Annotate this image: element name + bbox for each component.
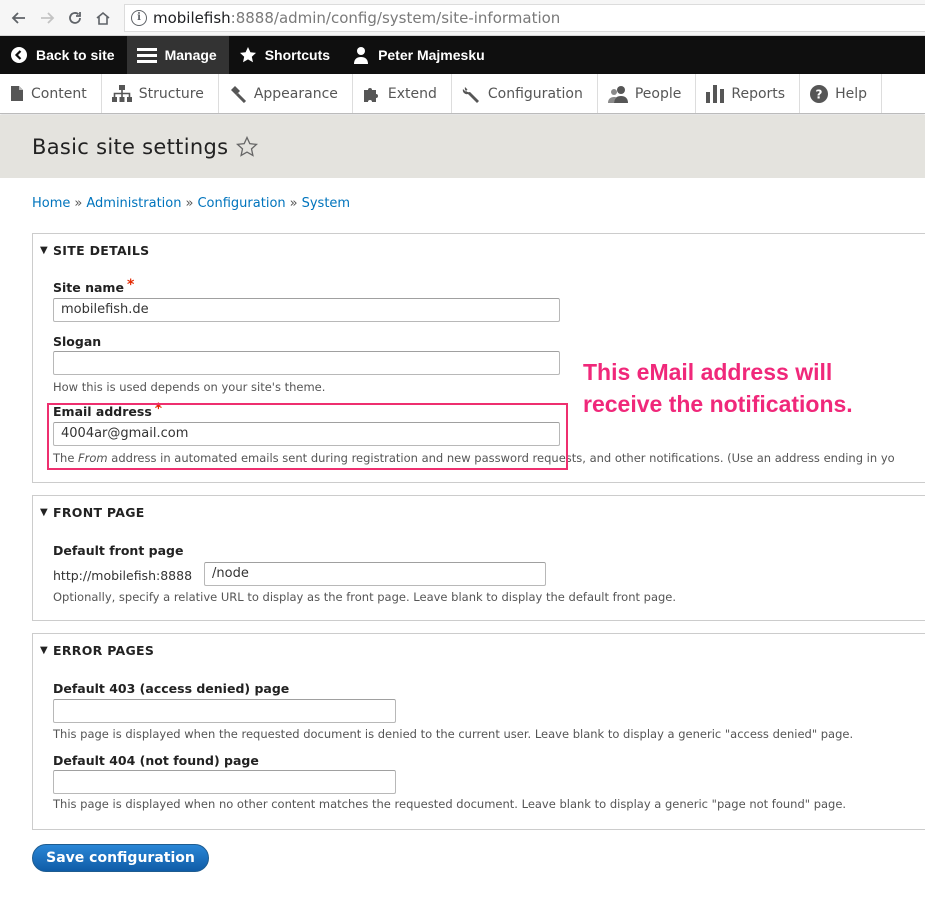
breadcrumb-separator: » bbox=[289, 196, 298, 211]
back-arrow-icon[interactable] bbox=[8, 7, 30, 29]
tray-item-content[interactable]: Content bbox=[0, 74, 102, 113]
url-path: :8888/admin/config/system/site-informati… bbox=[230, 8, 561, 27]
legend-text: SITE DETAILS bbox=[53, 243, 150, 258]
collapse-triangle-icon: ▼ bbox=[40, 507, 48, 518]
user-label: Peter Majmesku bbox=[378, 47, 485, 63]
error-403-description: This page is displayed when the requeste… bbox=[53, 727, 854, 741]
info-icon[interactable]: i bbox=[131, 9, 147, 26]
site-name-value: mobilefish.de bbox=[61, 302, 149, 317]
admin-tray: Content Structure Appearance Extend Conf… bbox=[0, 74, 925, 114]
shortcut-star-icon[interactable] bbox=[236, 136, 259, 157]
collapse-triangle-icon: ▼ bbox=[40, 245, 48, 256]
breadcrumb-separator: » bbox=[74, 196, 83, 211]
brush-icon bbox=[229, 85, 247, 103]
user-icon bbox=[352, 46, 370, 64]
annotation-line-1: This eMail address will bbox=[583, 359, 833, 385]
tray-item-help[interactable]: ? Help bbox=[800, 74, 882, 113]
tray-item-label: Help bbox=[835, 85, 867, 102]
wrench-icon bbox=[462, 85, 481, 103]
breadcrumb-system[interactable]: System bbox=[302, 196, 350, 211]
puzzle-icon bbox=[363, 85, 381, 103]
error-pages-fieldset: ▼ ERROR PAGES Default 403 (access denied… bbox=[32, 633, 925, 830]
star-icon bbox=[239, 46, 257, 64]
user-tab[interactable]: Peter Majmesku bbox=[342, 36, 497, 74]
shortcuts-label: Shortcuts bbox=[264, 47, 331, 63]
slogan-label: Slogan bbox=[53, 334, 102, 349]
tray-item-structure[interactable]: Structure bbox=[102, 74, 219, 113]
help-icon: ? bbox=[810, 84, 829, 103]
tray-item-label: Reports bbox=[731, 85, 786, 102]
slogan-input[interactable] bbox=[53, 351, 560, 375]
tray-item-appearance[interactable]: Appearance bbox=[219, 74, 353, 113]
legend-text: FRONT PAGE bbox=[53, 505, 145, 520]
slogan-description: How this is used depends on your site's … bbox=[53, 380, 326, 394]
tray-item-extend[interactable]: Extend bbox=[353, 74, 452, 113]
tray-item-label: Configuration bbox=[487, 85, 583, 102]
front-page-legend[interactable]: ▼ FRONT PAGE bbox=[40, 505, 145, 520]
back-circle-icon bbox=[10, 46, 28, 64]
home-icon[interactable] bbox=[92, 7, 114, 29]
tray-item-reports[interactable]: Reports bbox=[696, 74, 801, 113]
menu-icon bbox=[136, 47, 157, 63]
forward-arrow-icon[interactable] bbox=[36, 7, 58, 29]
page-header: Basic site settings bbox=[0, 115, 925, 178]
error-404-input[interactable] bbox=[53, 770, 396, 794]
front-page-fieldset: ▼ FRONT PAGE Default front page http://m… bbox=[32, 495, 925, 621]
tray-item-label: Appearance bbox=[253, 85, 338, 102]
breadcrumb-separator: » bbox=[185, 196, 194, 211]
site-name-input[interactable]: mobilefish.de bbox=[53, 298, 560, 322]
collapse-triangle-icon: ▼ bbox=[40, 645, 48, 656]
manage-tab[interactable]: Manage bbox=[126, 36, 229, 74]
tray-item-configuration[interactable]: Configuration bbox=[452, 74, 598, 113]
front-page-input[interactable]: /node bbox=[204, 562, 546, 586]
page-icon bbox=[10, 85, 24, 102]
front-page-value: /node bbox=[212, 566, 249, 581]
error-403-label: Default 403 (access denied) page bbox=[53, 681, 290, 696]
site-details-legend[interactable]: ▼ SITE DETAILS bbox=[40, 243, 149, 258]
admin-toolbar: Back to site Manage Shortcuts Peter Majm… bbox=[0, 36, 925, 74]
back-to-site-link[interactable]: Back to site bbox=[0, 36, 127, 74]
sitemap-icon bbox=[111, 85, 132, 102]
tray-item-label: Extend bbox=[387, 85, 437, 102]
address-bar[interactable]: i mobilefish:8888/admin/config/system/si… bbox=[124, 3, 925, 32]
save-configuration-button[interactable]: Save configuration bbox=[32, 844, 209, 872]
breadcrumb: Home» Administration» Configuration» System bbox=[32, 196, 350, 211]
annotation-line-2: receive the notifications. bbox=[583, 391, 853, 417]
reload-icon[interactable] bbox=[64, 7, 86, 29]
tray-item-people[interactable]: People bbox=[598, 74, 697, 113]
required-marker: * bbox=[126, 277, 135, 293]
breadcrumb-home[interactable]: Home bbox=[32, 196, 70, 211]
front-page-prefix: http://mobilefish:8888 bbox=[53, 568, 193, 583]
error-404-description: This page is displayed when no other con… bbox=[53, 797, 847, 811]
tray-item-label: Structure bbox=[138, 85, 204, 102]
breadcrumb-configuration[interactable]: Configuration bbox=[197, 196, 285, 211]
breadcrumb-administration[interactable]: Administration bbox=[86, 196, 181, 211]
error-pages-legend[interactable]: ▼ ERROR PAGES bbox=[40, 643, 154, 658]
shortcuts-tab[interactable]: Shortcuts bbox=[229, 36, 342, 74]
front-page-description: Optionally, specify a relative URL to di… bbox=[53, 590, 677, 604]
url-host: mobilefish bbox=[153, 8, 231, 27]
bar-chart-icon bbox=[706, 84, 725, 103]
front-page-label: Default front page bbox=[53, 543, 184, 558]
error-404-label: Default 404 (not found) page bbox=[53, 753, 259, 768]
manage-label: Manage bbox=[164, 47, 217, 63]
site-name-label-text: Site name bbox=[53, 280, 124, 295]
site-name-label: Site name * bbox=[53, 277, 135, 296]
annotation-text: This eMail address will receive the noti… bbox=[583, 356, 853, 420]
legend-text: ERROR PAGES bbox=[53, 643, 155, 658]
email-highlight-box bbox=[47, 403, 568, 470]
svg-text:?: ? bbox=[816, 87, 823, 101]
browser-toolbar: i mobilefish:8888/admin/config/system/si… bbox=[0, 0, 925, 36]
back-to-site-label: Back to site bbox=[36, 47, 115, 63]
tray-item-label: People bbox=[634, 85, 682, 102]
page-title: Basic site settings bbox=[32, 134, 229, 159]
tray-item-label: Content bbox=[31, 85, 87, 102]
error-403-input[interactable] bbox=[53, 699, 396, 723]
people-icon bbox=[607, 85, 628, 103]
